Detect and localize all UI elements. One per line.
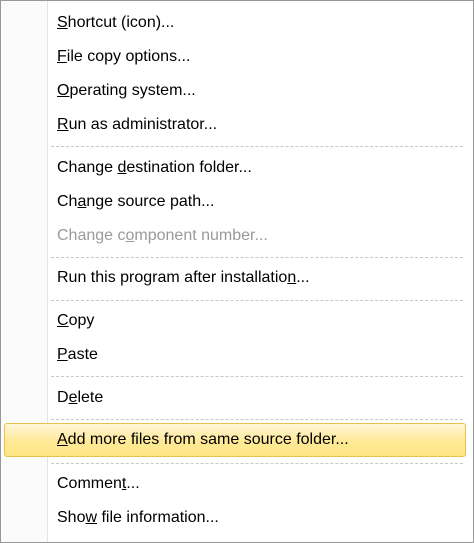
menu-item-label: opy bbox=[68, 312, 95, 329]
menu-item-label: hortcut (icon)... bbox=[67, 14, 175, 31]
menu-item-label: mponent number... bbox=[134, 227, 268, 244]
menu-item-show-file-information[interactable]: Show file information... bbox=[4, 501, 466, 535]
menu-item-label: un as administrator... bbox=[68, 116, 218, 133]
menu-item-label: aste bbox=[67, 346, 98, 363]
menu-item-delete[interactable]: Delete bbox=[4, 381, 466, 415]
menu-item-label: dd more files from same source folder... bbox=[67, 431, 349, 448]
menu-item-label: Run this program after installatio bbox=[57, 269, 288, 286]
context-menu: Shortcut (icon)... File copy options... … bbox=[0, 0, 474, 543]
menu-item-accelerator: P bbox=[57, 346, 68, 363]
menu-item-label: ... bbox=[296, 269, 310, 286]
menu-item-label: perating system... bbox=[69, 82, 196, 99]
menu-item-label: D bbox=[57, 389, 69, 406]
menu-item-add-more-files[interactable]: Add more files from same source folder..… bbox=[4, 423, 466, 457]
menu-item-accelerator: C bbox=[57, 312, 69, 329]
menu-item-accelerator: R bbox=[57, 116, 69, 133]
menu-item-label: nge source path... bbox=[86, 193, 215, 210]
menu-item-label: Change c bbox=[57, 227, 126, 244]
menu-item-change-source-path[interactable]: Change source path... bbox=[4, 185, 466, 219]
menu-item-label: ile copy options... bbox=[66, 48, 191, 65]
menu-separator bbox=[51, 419, 463, 420]
menu-item-accelerator: S bbox=[57, 14, 68, 31]
menu-item-paste[interactable]: Paste bbox=[4, 338, 466, 372]
menu-item-change-destination-folder[interactable]: Change destination folder... bbox=[4, 151, 466, 185]
menu-item-operating-system[interactable]: Operating system... bbox=[4, 74, 466, 108]
menu-item-label: file information... bbox=[97, 509, 219, 526]
menu-separator bbox=[51, 300, 463, 301]
menu-item-accelerator: A bbox=[57, 431, 68, 448]
menu-item-accelerator: n bbox=[287, 269, 297, 286]
menu-item-label: Commen bbox=[57, 475, 122, 492]
menu-item-copy[interactable]: Copy bbox=[4, 304, 466, 338]
menu-item-run-after-installation[interactable]: Run this program after installation... bbox=[4, 261, 466, 295]
menu-item-run-as-administrator[interactable]: Run as administrator... bbox=[4, 108, 466, 142]
menu-item-shortcut[interactable]: Shortcut (icon)... bbox=[4, 6, 466, 40]
menu-item-label: lete bbox=[77, 389, 104, 406]
menu-item-label: estination folder... bbox=[126, 159, 252, 176]
menu-item-comment[interactable]: Comment... bbox=[4, 467, 466, 501]
menu-item-label: Ch bbox=[57, 193, 78, 210]
menu-item-label: Sho bbox=[57, 509, 86, 526]
menu-item-change-component-number: Change component number... bbox=[4, 219, 466, 253]
menu-separator bbox=[51, 463, 463, 464]
menu-separator bbox=[51, 257, 463, 258]
menu-item-label: ... bbox=[126, 475, 140, 492]
menu-item-accelerator: w bbox=[85, 509, 98, 526]
menu-item-accelerator: O bbox=[57, 82, 70, 99]
menu-item-accelerator: F bbox=[57, 48, 67, 65]
menu-item-file-copy-options[interactable]: File copy options... bbox=[4, 40, 466, 74]
menu-separator bbox=[51, 146, 463, 147]
menu-separator bbox=[51, 376, 463, 377]
menu-item-label: Change bbox=[57, 159, 118, 176]
